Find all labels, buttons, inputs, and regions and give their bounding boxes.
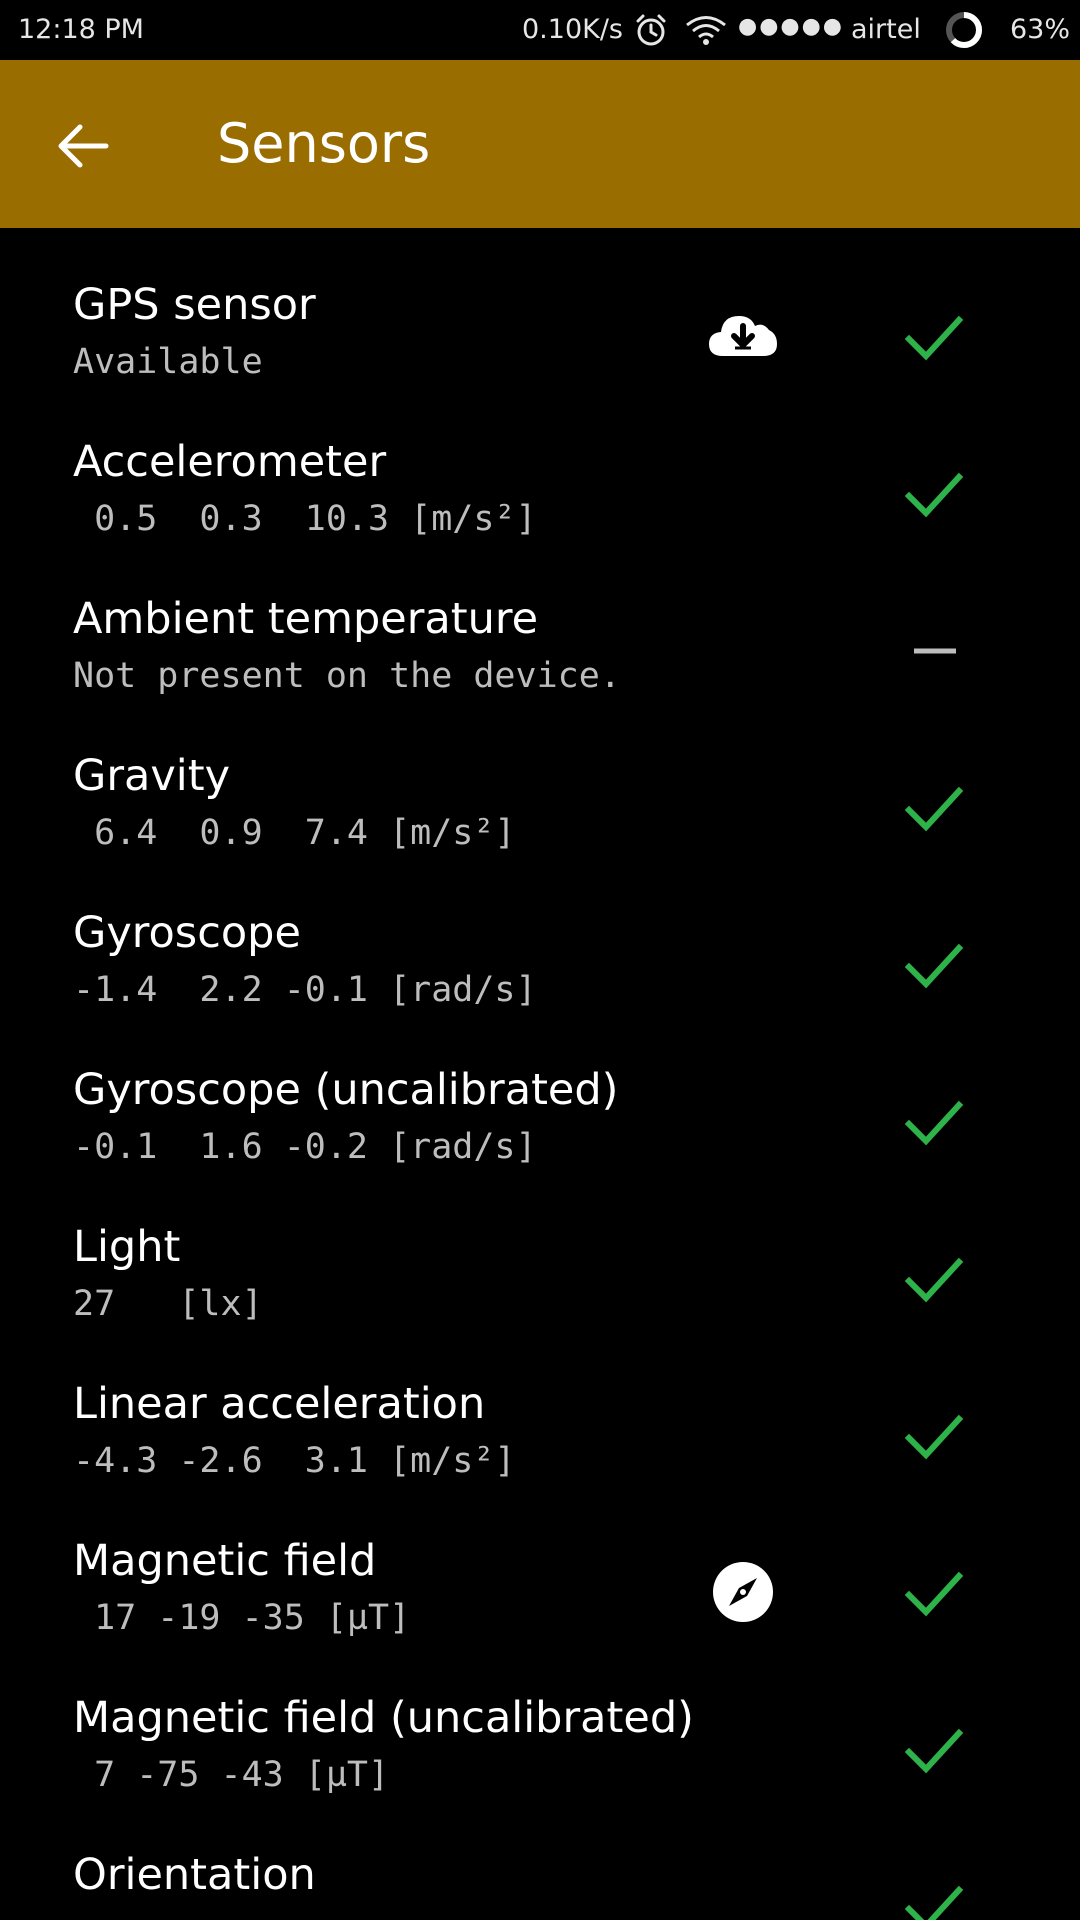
sensor-row-magnetic-field-uncalibrated[interactable]: Magnetic field (uncalibrated) 7 -75 -43 … — [0, 1641, 1080, 1798]
sensor-name: Orientation — [73, 1850, 316, 1900]
check-icon — [903, 306, 965, 368]
status-time: 12:18 PM — [18, 14, 144, 45]
check-icon — [903, 934, 965, 996]
sensor-row-gyroscope[interactable]: Gyroscope -1.4 2.2 -0.1 [rad/s] — [0, 856, 1080, 1013]
check-icon — [903, 1091, 965, 1153]
sensor-row-ambient-temperature[interactable]: Ambient temperature Not present on the d… — [0, 542, 1080, 699]
check-icon — [903, 1719, 965, 1781]
status-battery: 63% — [1010, 14, 1071, 45]
sensor-name: Magnetic field (uncalibrated) — [73, 1693, 694, 1743]
sensor-value: 6.4 0.9 7.4 [m/s²] — [73, 813, 516, 853]
check-icon — [903, 463, 965, 525]
check-icon — [903, 1562, 965, 1624]
sensor-row-light[interactable]: Light 27 [lx] — [0, 1170, 1080, 1327]
compass-icon[interactable] — [705, 1554, 781, 1630]
sensor-value: Available — [73, 342, 263, 382]
sensor-name: Accelerometer — [73, 437, 387, 487]
sensor-value: 0.5 0.3 10.3 [m/s²] — [73, 499, 537, 539]
status-net-speed: 0.10K/s — [522, 14, 623, 45]
sensor-row-accelerometer[interactable]: Accelerometer 0.5 0.3 10.3 [m/s²] — [0, 385, 1080, 542]
sensor-row-gravity[interactable]: Gravity 6.4 0.9 7.4 [m/s²] — [0, 699, 1080, 856]
sensor-value: -1.4 2.2 -0.1 [rad/s] — [73, 970, 537, 1010]
signal-strength: ●●●●● — [738, 14, 844, 39]
status-carrier: airtel — [851, 14, 921, 45]
sensor-list[interactable]: GPS sensor Available Accelerometer 0.5 0… — [0, 228, 1080, 1920]
sensor-row-gyroscope-uncalibrated[interactable]: Gyroscope (uncalibrated) -0.1 1.6 -0.2 [… — [0, 1013, 1080, 1170]
sensor-name: Ambient temperature — [73, 594, 539, 644]
sensor-value: 7 -75 -43 [µT] — [73, 1755, 390, 1795]
sensor-name: Gravity — [73, 751, 231, 801]
sensor-row-orientation[interactable]: Orientation — [0, 1798, 1080, 1920]
sensor-value: -0.1 1.6 -0.2 [rad/s] — [73, 1127, 537, 1167]
sensor-row-linear-acceleration[interactable]: Linear acceleration -4.3 -2.6 3.1 [m/s²] — [0, 1327, 1080, 1484]
wifi-icon — [684, 13, 728, 47]
check-icon — [903, 1876, 965, 1920]
check-icon — [903, 1248, 965, 1310]
app-bar: Sensors — [0, 60, 1080, 228]
sensor-value: -4.3 -2.6 3.1 [m/s²] — [73, 1441, 516, 1481]
cloud-download-icon[interactable] — [705, 298, 781, 374]
sensor-row-magnetic-field[interactable]: Magnetic field 17 -19 -35 [µT] — [0, 1484, 1080, 1641]
sensor-name: Gyroscope (uncalibrated) — [73, 1065, 619, 1115]
sensor-name: GPS sensor — [73, 280, 316, 330]
battery-ring-icon — [943, 9, 985, 51]
sensor-value: 27 [lx] — [73, 1284, 263, 1324]
sensor-name: Magnetic field — [73, 1536, 377, 1586]
check-icon — [903, 1405, 965, 1467]
sensor-name: Linear acceleration — [73, 1379, 486, 1429]
sensor-value: Not present on the device. — [73, 656, 621, 696]
sensor-row-gps[interactable]: GPS sensor Available — [0, 228, 1080, 385]
arrow-back-icon — [58, 124, 109, 168]
alarm-icon — [634, 13, 668, 47]
page-title: Sensors — [217, 112, 431, 175]
sensor-name: Light — [73, 1222, 181, 1272]
check-icon — [903, 777, 965, 839]
status-bar: 12:18 PM 0.10K/s ●●●●● airtel 63% — [0, 0, 1080, 60]
dash-icon — [903, 620, 965, 682]
back-button[interactable] — [44, 106, 124, 186]
sensor-value: 17 -19 -35 [µT] — [73, 1598, 411, 1638]
sensor-name: Gyroscope — [73, 908, 301, 958]
